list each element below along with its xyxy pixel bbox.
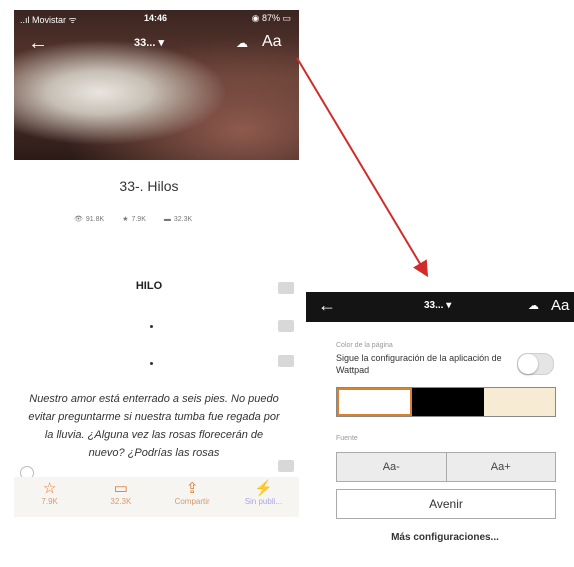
- battery-indicator: ◉ 87% ▭: [251, 13, 291, 23]
- comment-icon: ▭: [113, 480, 128, 497]
- page-color-swatches: [336, 387, 556, 417]
- paragraph-comment-icon[interactable]: [278, 460, 294, 472]
- vote-button[interactable]: ☆ 7.9K: [14, 477, 85, 517]
- bolt-icon: ⚡: [254, 480, 273, 497]
- back-arrow-icon[interactable]: ←: [28, 32, 48, 54]
- paragraph-comment-icon[interactable]: [278, 320, 294, 332]
- more-settings-link[interactable]: Más configuraciones...: [336, 532, 554, 543]
- reader-top-bar: ← 33... ▾ ☁ Aa: [14, 30, 299, 60]
- follow-app-settings-toggle[interactable]: [517, 353, 554, 375]
- star-icon: ★: [122, 216, 129, 223]
- chapter-stats: 👁 91.8K ★ 7.9K ▬ 32.3K: [74, 215, 254, 224]
- reads-stat: 👁 91.8K: [74, 215, 105, 224]
- chapter-selector[interactable]: 33... ▾: [424, 300, 451, 311]
- story-paragraph: Nuestro amor está enterrado a seis pies.…: [28, 393, 280, 459]
- story-heading: HILO: [135, 280, 163, 292]
- share-icon: ⇪: [185, 480, 199, 497]
- separator-dot: [150, 325, 153, 328]
- color-swatch-black[interactable]: [412, 388, 484, 416]
- share-label: Compartir: [174, 497, 210, 506]
- cloud-sync-icon[interactable]: ☁: [236, 36, 248, 50]
- votes-count: 7.9K: [131, 215, 146, 223]
- bottom-action-bar: ☆ 7.9K ▭ 32.3K ⇪ Compartir ⚡ Sin publi..…: [14, 477, 299, 517]
- settings-top-bar: ← 33... ▾ ☁ Aa: [306, 292, 574, 322]
- color-swatch-white[interactable]: [337, 388, 413, 416]
- font-settings-button[interactable]: Aa: [551, 297, 569, 314]
- comment-icon: ▬: [163, 215, 171, 223]
- paragraph-comment-icon[interactable]: [278, 355, 294, 367]
- page-color-label: Color de la página: [336, 342, 393, 349]
- carrier-label: ..ıl Movistar ᯤ: [20, 15, 77, 25]
- chapter-selector[interactable]: 33... ▾: [134, 36, 164, 49]
- reads-count: 91.8K: [85, 215, 105, 223]
- chapter-title: 33-. Hilos: [119, 178, 179, 194]
- votes-stat: ★ 7.9K: [122, 215, 146, 224]
- comments-stat: ▬ 32.3K: [164, 215, 192, 223]
- paragraph-comment-icon[interactable]: [278, 282, 294, 294]
- font-size-controls: Aa- Aa+: [336, 452, 556, 482]
- back-arrow-icon[interactable]: ←: [318, 295, 336, 316]
- status-bar: ..ıl Movistar ᯤ 14:46 ◉ 87% ▭: [14, 10, 299, 28]
- font-section-label: Fuente: [336, 435, 358, 442]
- comments-button[interactable]: ▭ 32.3K: [85, 477, 156, 517]
- share-button[interactable]: ⇪ Compartir: [157, 477, 228, 517]
- font-family-button[interactable]: Avenir: [336, 489, 556, 519]
- comments-count: 32.3K: [173, 215, 193, 223]
- color-swatch-cream[interactable]: [483, 388, 555, 416]
- ad-free-button[interactable]: ⚡ Sin publi...: [228, 477, 299, 517]
- increase-font-button[interactable]: Aa+: [445, 453, 555, 481]
- decrease-font-button[interactable]: Aa-: [337, 453, 446, 481]
- toggle-knob: [518, 354, 538, 374]
- separator-dot: [150, 362, 153, 365]
- cloud-sync-icon[interactable]: ☁: [528, 299, 539, 312]
- follow-app-settings-label: Sigue la configuración de la aplicación …: [336, 353, 502, 375]
- star-icon: ☆: [42, 480, 57, 497]
- reading-screen: ..ıl Movistar ᯤ 14:46 ◉ 87% ▭ ← 33... ▾ …: [14, 10, 299, 520]
- font-settings-button[interactable]: Aa: [262, 33, 282, 51]
- chapter-cover-image: ..ıl Movistar ᯤ 14:46 ◉ 87% ▭ ← 33... ▾ …: [14, 10, 299, 160]
- comment-count: 32.3K: [110, 497, 132, 506]
- clock: 14:46: [144, 13, 168, 23]
- eye-icon: 👁: [74, 216, 83, 223]
- ad-free-label: Sin publi...: [244, 497, 283, 506]
- reader-settings-screen: ← 33... ▾ ☁ Aa Color de la página Sigue …: [306, 292, 574, 567]
- vote-count: 7.9K: [41, 497, 58, 506]
